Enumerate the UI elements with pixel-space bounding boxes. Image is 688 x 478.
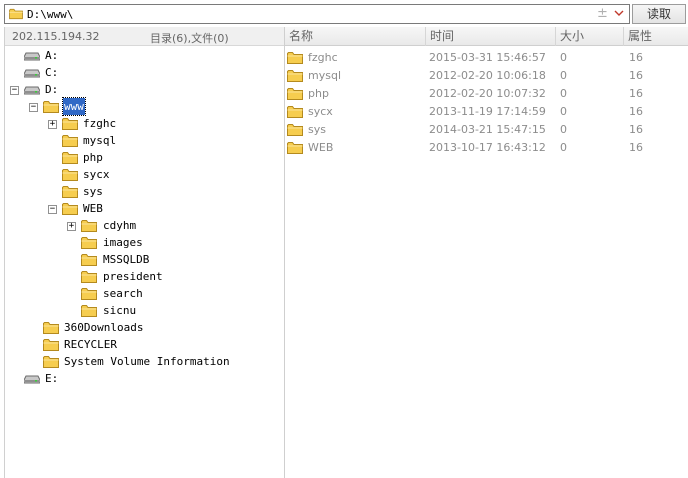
tree-label: president: [103, 270, 163, 283]
tree-label: images: [103, 236, 143, 249]
column-size[interactable]: 大小: [555, 27, 623, 46]
file-time: 2013-10-17 16:43:12: [429, 141, 546, 154]
column-name[interactable]: 名称: [285, 27, 425, 46]
tree-label: E:: [45, 372, 59, 385]
folder-icon: [287, 123, 303, 137]
file-attr: 16: [629, 123, 643, 136]
file-name: WEB: [308, 141, 334, 154]
collapse-toggle[interactable]: −: [10, 86, 19, 95]
file-time: 2012-02-20 10:07:32: [429, 87, 546, 100]
table-row[interactable]: WEB 2013-10-17 16:43:12 0 16: [285, 139, 688, 157]
file-name: sys: [308, 123, 326, 136]
folder-icon: [62, 185, 78, 199]
tree-label: search: [103, 287, 143, 300]
expand-toggle[interactable]: +: [48, 120, 57, 129]
tree-label: mysql: [83, 134, 117, 147]
file-attr: 16: [629, 141, 643, 154]
folder-icon: [81, 287, 97, 301]
tree-label: MSSQLDB: [103, 253, 150, 266]
folder-icon: [287, 105, 303, 119]
folder-icon: [287, 51, 303, 65]
file-name: sycx: [308, 105, 333, 118]
file-size: 0: [560, 123, 567, 136]
file-attr: 16: [629, 69, 643, 82]
table-row[interactable]: fzghc 2015-03-31 15:46:57 0 16: [285, 49, 688, 67]
file-time: 2012-02-20 10:06:18: [429, 69, 546, 82]
folder-icon: [43, 355, 59, 369]
tree-label: fzghc: [83, 117, 117, 130]
folder-icon: [62, 117, 78, 131]
tree-label: A:: [45, 49, 59, 62]
tree-label: sicnu: [103, 304, 137, 317]
file-size: 0: [560, 69, 567, 82]
folder-icon: [287, 141, 303, 155]
folder-icon: [62, 134, 78, 148]
folder-icon: [81, 304, 97, 318]
folder-icon: [81, 270, 97, 284]
tree-label: System Volume Information: [64, 355, 230, 368]
table-row[interactable]: php 2012-02-20 10:07:32 0 16: [285, 85, 688, 103]
tree-label: WEB: [83, 202, 103, 215]
chevron-down-icon[interactable]: [614, 8, 624, 18]
folder-icon: [62, 168, 78, 182]
folder-icon: [287, 69, 303, 83]
folder-icon: [287, 87, 303, 101]
tree-label: cdyhm: [103, 219, 137, 232]
file-name: php: [308, 87, 329, 100]
tree-label: D:: [45, 83, 59, 96]
file-name: fzghc: [308, 51, 338, 64]
drive-icon: [24, 85, 40, 95]
address-bar[interactable]: D:\www\ ±: [4, 4, 630, 24]
file-size: 0: [560, 87, 567, 100]
folder-icon: [81, 236, 97, 250]
collapse-toggle[interactable]: −: [48, 205, 57, 214]
expand-toggle[interactable]: +: [67, 222, 76, 231]
tree-label: sys: [83, 185, 103, 198]
file-size: 0: [560, 141, 567, 154]
tree-label: sycx: [83, 168, 110, 181]
status-bar: 202.115.194.32 目录(6),文件(0): [4, 27, 284, 46]
table-row[interactable]: sys 2014-03-21 15:47:15 0 16: [285, 121, 688, 139]
tree-label: php: [83, 151, 103, 164]
address-path: D:\www\: [27, 8, 74, 21]
folder-icon: [62, 151, 78, 165]
folder-icon: [81, 253, 97, 267]
folder-icon: [9, 8, 23, 20]
folder-icon: [43, 100, 59, 114]
file-time: 2013-11-19 17:14:59: [429, 105, 546, 118]
folder-icon: [43, 338, 59, 352]
file-time: 2015-03-31 15:46:57: [429, 51, 546, 64]
folder-icon: [62, 202, 78, 216]
plus-minus-icon[interactable]: ±: [597, 6, 608, 21]
table-row[interactable]: sycx 2013-11-19 17:14:59 0 16: [285, 103, 688, 121]
file-attr: 16: [629, 105, 643, 118]
item-counts: 目录(6),文件(0): [150, 32, 229, 45]
column-attr[interactable]: 属性: [623, 27, 688, 46]
read-button[interactable]: 读取: [632, 4, 686, 24]
file-name: mysql: [308, 69, 341, 82]
tree-label: 360Downloads: [64, 321, 144, 334]
tree-label: RECYCLER: [64, 338, 117, 351]
drive-icon: [24, 51, 40, 61]
file-size: 0: [560, 105, 567, 118]
column-time[interactable]: 时间: [425, 27, 555, 46]
file-time: 2014-03-21 15:47:15: [429, 123, 546, 136]
drive-icon: [24, 68, 40, 78]
tree-label: C:: [45, 66, 59, 79]
collapse-toggle[interactable]: −: [29, 103, 38, 112]
left-pane-border: [4, 27, 5, 478]
folder-icon: [81, 219, 97, 233]
tree-label: www: [62, 97, 86, 116]
file-attr: 16: [629, 87, 643, 100]
server-ip: 202.115.194.32: [12, 30, 100, 43]
file-size: 0: [560, 51, 567, 64]
file-list-header: 名称 时间 大小 属性: [285, 27, 688, 46]
drive-icon: [24, 374, 40, 384]
table-row[interactable]: mysql 2012-02-20 10:06:18 0 16: [285, 67, 688, 85]
file-attr: 16: [629, 51, 643, 64]
folder-icon: [43, 321, 59, 335]
